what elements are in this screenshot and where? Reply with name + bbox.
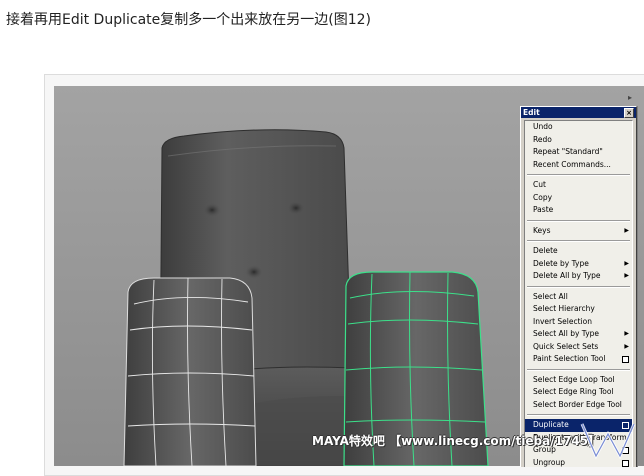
menu-item-repeat[interactable]: Repeat "Standard" <box>525 146 632 159</box>
panel-arrow-icon: ▸ <box>628 93 633 102</box>
menu-item-select-edge-loop-tool[interactable]: Select Edge Loop Tool <box>525 374 632 387</box>
edit-menu-titlebar: Edit × <box>521 107 636 118</box>
menu-item-delete[interactable]: Delete <box>525 245 632 258</box>
edit-menu-body: Undo Redo Repeat "Standard" Recent Comma… <box>524 120 633 467</box>
option-box-icon[interactable] <box>622 459 629 467</box>
menu-item-select-all-by-type[interactable]: Select All by Type ▶ <box>525 328 632 341</box>
menu-item-paint-selection-tool[interactable]: Paint Selection Tool <box>525 353 632 366</box>
menu-item-label: Delete by Type <box>533 258 589 268</box>
menu-separator <box>527 174 630 176</box>
menu-item-select-edge-ring-tool[interactable]: Select Edge Ring Tool <box>525 386 632 399</box>
menu-separator <box>527 368 630 371</box>
menu-item-delete-by-type[interactable]: Delete by Type ▶ <box>525 258 632 271</box>
menu-separator <box>527 285 630 288</box>
menu-item-label: Keys <box>533 225 551 235</box>
option-box-icon[interactable] <box>622 356 629 363</box>
menu-separator <box>527 414 630 416</box>
menu-item-label: Select All by Type <box>533 329 600 338</box>
submenu-arrow-icon: ▶ <box>624 330 629 337</box>
submenu-arrow-icon: ▶ <box>624 342 629 350</box>
menu-item-delete-all-by-type[interactable]: Delete All by Type ▶ <box>525 270 632 283</box>
close-icon[interactable]: × <box>624 107 634 118</box>
left-armrest[interactable] <box>123 277 257 466</box>
watermark-logo-icon <box>580 423 636 460</box>
button-tuft <box>287 201 305 215</box>
menu-item-undo[interactable]: Undo <box>525 121 632 134</box>
menu-item-recent-commands[interactable]: Recent Commands... <box>525 159 632 172</box>
menu-item-copy[interactable]: Copy <box>525 192 632 205</box>
menu-item-label: Paint Selection Tool <box>533 354 606 363</box>
menu-item-redo[interactable]: Redo <box>525 134 632 147</box>
menu-item-select-all[interactable]: Select All <box>525 291 632 304</box>
menu-separator <box>527 219 630 222</box>
button-tuft <box>245 265 263 279</box>
menu-item-label: Delete All by Type <box>533 271 601 280</box>
submenu-arrow-icon: ▶ <box>624 272 629 279</box>
menu-item-keys[interactable]: Keys ▶ <box>525 225 632 238</box>
menu-item-select-hierarchy[interactable]: Select Hierarchy <box>525 303 632 316</box>
menu-item-quick-select-sets[interactable]: Quick Select Sets ▶ <box>525 341 632 354</box>
menu-item-paste[interactable]: Paste <box>525 204 632 217</box>
watermark-text: MAYA特效吧 【www.linecg.com/tieba/1745】 <box>312 434 601 448</box>
edit-menu: Edit × Undo Redo Repeat "Standard" Recen… <box>520 106 637 467</box>
menu-separator <box>527 240 630 242</box>
edit-menu-title: Edit <box>523 108 540 117</box>
button-tuft <box>203 203 221 217</box>
menu-item-label: Quick Select Sets <box>533 341 599 351</box>
submenu-arrow-icon: ▶ <box>624 226 629 234</box>
menu-item-label: Ungroup <box>533 457 566 467</box>
menu-item-invert-selection[interactable]: Invert Selection <box>525 316 632 329</box>
menu-item-cut[interactable]: Cut <box>525 179 632 192</box>
submenu-arrow-icon: ▶ <box>624 259 629 267</box>
page-caption: 接着再用Edit Duplicate复制多一个出来放在另一边(图12) <box>6 12 371 28</box>
menu-item-select-border-edge-tool[interactable]: Select Border Edge Tool <box>525 399 632 412</box>
menu-item-label: Duplicate <box>533 420 569 429</box>
